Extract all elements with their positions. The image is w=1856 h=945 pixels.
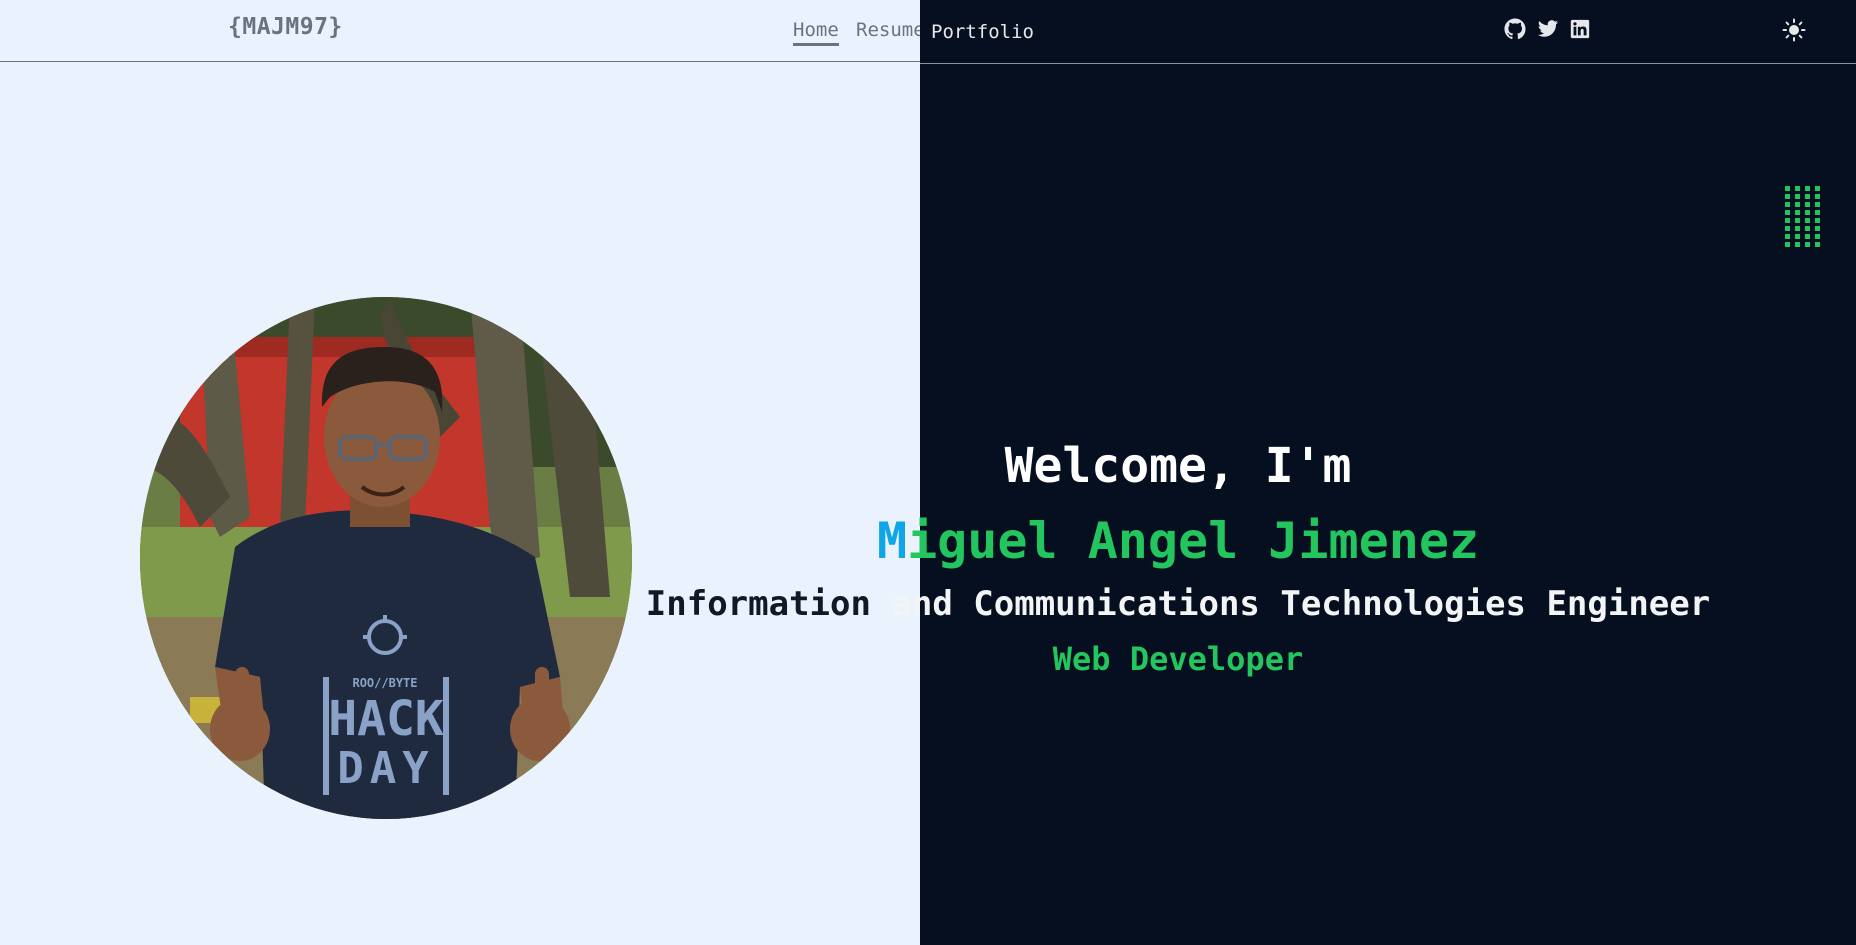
site-logo[interactable]: {MAJM97} — [228, 14, 343, 40]
grid-dot — [1805, 242, 1810, 247]
dot-grid-decoration — [1785, 186, 1821, 250]
grid-dot — [1785, 210, 1790, 215]
grid-dot — [1805, 234, 1810, 239]
github-icon[interactable] — [1504, 18, 1526, 40]
twitter-icon[interactable] — [1537, 18, 1559, 40]
grid-dot — [1795, 210, 1800, 215]
grid-dot — [1785, 186, 1790, 191]
grid-dot — [1815, 210, 1820, 215]
profile-photo: ROO//BYTE HACK DAY — [140, 297, 632, 819]
hero-title-part1: Information — [645, 584, 892, 624]
grid-dot — [1795, 234, 1800, 239]
grid-dot — [1805, 202, 1810, 207]
grid-dot — [1795, 242, 1800, 247]
nav-resume-link[interactable]: Resume — [856, 19, 920, 41]
grid-dot — [1815, 202, 1820, 207]
grid-dot — [1795, 218, 1800, 223]
sun-icon[interactable] — [1782, 18, 1806, 42]
grid-dot — [1785, 242, 1790, 247]
grid-dot — [1795, 186, 1800, 191]
shirt-text-bottom: DAY — [337, 743, 434, 794]
grid-dot — [1815, 234, 1820, 239]
grid-dot — [1795, 194, 1800, 199]
hero-name-initial: M — [876, 512, 908, 570]
hero-title: Information and Communications Technolog… — [560, 584, 1796, 624]
header-divider-light — [0, 61, 920, 62]
grid-dot — [1815, 194, 1820, 199]
shirt-text-mid: HACK — [328, 691, 444, 747]
grid-dot — [1805, 186, 1810, 191]
grid-dot — [1785, 226, 1790, 231]
grid-dot — [1805, 226, 1810, 231]
nav-home-link[interactable]: Home — [793, 19, 839, 46]
header-divider-dark — [920, 63, 1856, 64]
grid-dot — [1815, 226, 1820, 231]
hero-title-part2: and Communications Technologies Engineer — [891, 584, 1711, 624]
hero-role: Web Developer — [1052, 640, 1304, 678]
grid-dot — [1815, 218, 1820, 223]
linkedin-icon[interactable] — [1569, 18, 1591, 40]
nav-portfolio-link[interactable]: Portfolio — [931, 21, 1034, 43]
grid-dot — [1785, 194, 1790, 199]
hero-name: Miguel Angel Jimenez — [560, 512, 1796, 570]
grid-dot — [1785, 218, 1790, 223]
grid-dot — [1785, 202, 1790, 207]
grid-dot — [1795, 202, 1800, 207]
grid-dot — [1805, 210, 1810, 215]
grid-dot — [1805, 194, 1810, 199]
grid-dot — [1785, 234, 1790, 239]
grid-dot — [1815, 242, 1820, 247]
grid-dot — [1805, 218, 1810, 223]
hero-name-rest: iguel Angel Jimenez — [907, 512, 1480, 570]
hero-welcome: Welcome, I'm — [1004, 438, 1352, 494]
shirt-text-top: ROO//BYTE — [352, 676, 417, 690]
grid-dot — [1815, 186, 1820, 191]
grid-dot — [1795, 226, 1800, 231]
